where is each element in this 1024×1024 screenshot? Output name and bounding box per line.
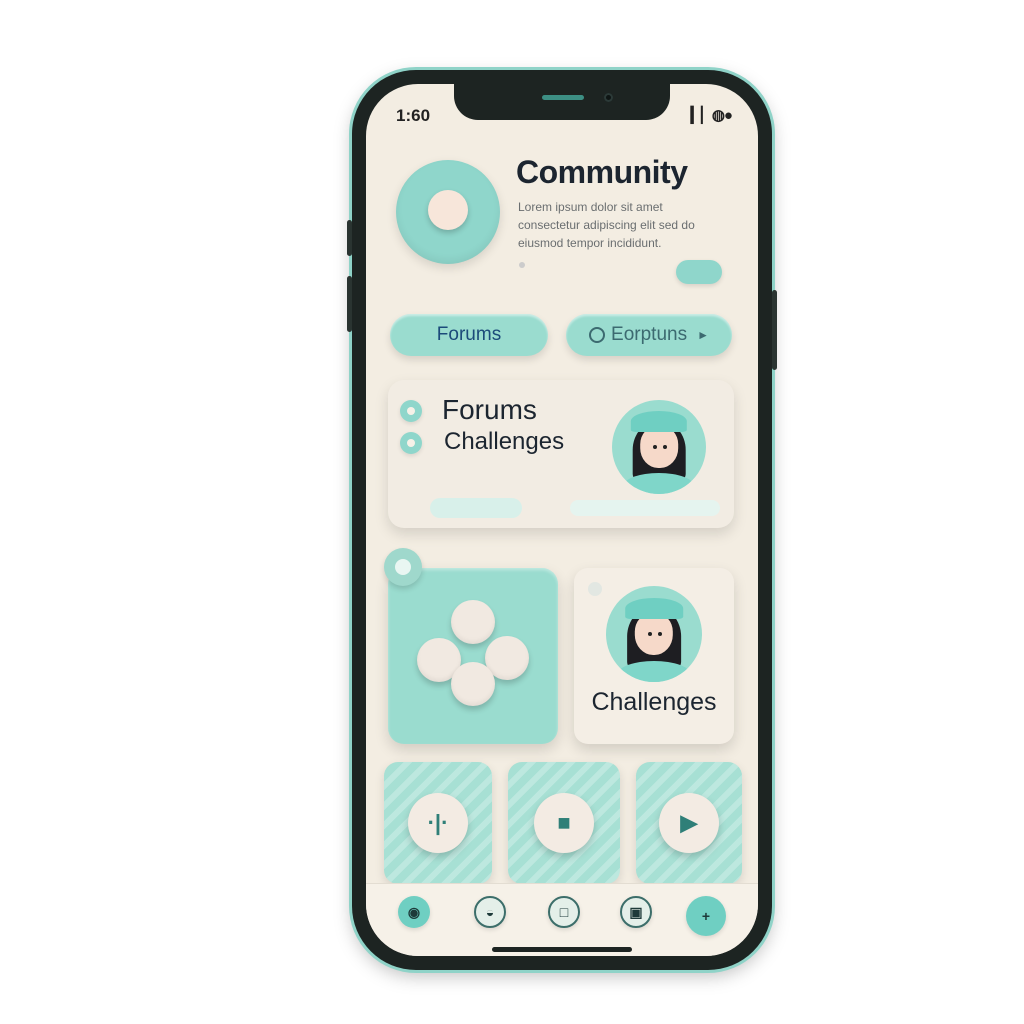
- bullet-icon: [400, 400, 422, 422]
- feature-progress-glow: [570, 500, 720, 516]
- forums-button[interactable]: Forums: [390, 314, 548, 356]
- challenges-tile-label: Challenges: [591, 688, 717, 716]
- description-dot: [519, 262, 525, 268]
- status-icons: ▎▏◍●: [690, 107, 733, 124]
- page-title: Community: [516, 154, 688, 190]
- tile-dot-icon: [588, 582, 602, 596]
- volume-up-button: [347, 276, 352, 332]
- home-indicator[interactable]: [492, 947, 632, 952]
- tab-documents[interactable]: □: [534, 896, 594, 932]
- tile-badge-icon[interactable]: [384, 548, 422, 586]
- video-icon: ▶: [659, 793, 719, 853]
- tab-bar: ◉ ◒ □ ▣ +: [366, 883, 758, 956]
- explore-icon: ◒: [474, 896, 506, 928]
- bullet-icon: [400, 432, 422, 454]
- power-button: [772, 290, 777, 370]
- challenges-tile[interactable]: Challenges: [574, 568, 734, 744]
- add-icon: +: [686, 896, 726, 936]
- person-avatar-icon: [612, 400, 706, 494]
- phone-frame: 1:60 ▎▏◍● Community Lorem ipsum dolor si…: [347, 70, 777, 970]
- tab-add[interactable]: +: [676, 896, 736, 936]
- book-icon: ■: [534, 793, 594, 853]
- feature-challenges-label: Challenges: [444, 428, 565, 455]
- more-button[interactable]: [676, 260, 722, 284]
- person-avatar-icon: [606, 586, 702, 682]
- screen: 1:60 ▎▏◍● Community Lorem ipsum dolor si…: [366, 84, 758, 956]
- feature-card[interactable]: Forums Challenges: [388, 380, 734, 528]
- circle-icon: [589, 327, 606, 343]
- split-icon: ·|·: [408, 793, 468, 853]
- disc-icon: [451, 600, 495, 644]
- second-pill-button[interactable]: Eorptuns ►: [566, 314, 732, 356]
- media-icon: ▣: [620, 896, 652, 928]
- tab-media[interactable]: ▣: [606, 896, 666, 932]
- feature-forums-label: Forums: [442, 394, 537, 425]
- mute-switch: [347, 220, 352, 256]
- shortcut-tile-2[interactable]: ■: [508, 762, 620, 884]
- home-icon: ◉: [398, 896, 430, 928]
- tab-explore[interactable]: ◒: [460, 896, 520, 932]
- shortcut-tile-1[interactable]: ·|·: [384, 762, 492, 884]
- front-camera: [604, 93, 613, 102]
- status-time: 1:60: [396, 106, 431, 125]
- profile-avatar[interactable]: [396, 160, 500, 264]
- avatar-dot: [428, 190, 468, 230]
- page-description: Lorem ipsum dolor sit amet consectetur a…: [518, 200, 695, 250]
- document-icon: □: [548, 896, 580, 928]
- tab-home[interactable]: ◉: [384, 896, 444, 932]
- chevron-right-icon: ►: [697, 328, 709, 342]
- groups-tile[interactable]: [388, 568, 558, 744]
- forums-button-label: Forums: [436, 324, 502, 345]
- second-pill-label: Eorptuns: [611, 324, 688, 345]
- disc-icon: [451, 662, 495, 706]
- speaker: [542, 95, 584, 100]
- shortcut-tile-3[interactable]: ▶: [636, 762, 742, 884]
- feature-action-button[interactable]: [430, 498, 522, 518]
- notch: [454, 84, 670, 120]
